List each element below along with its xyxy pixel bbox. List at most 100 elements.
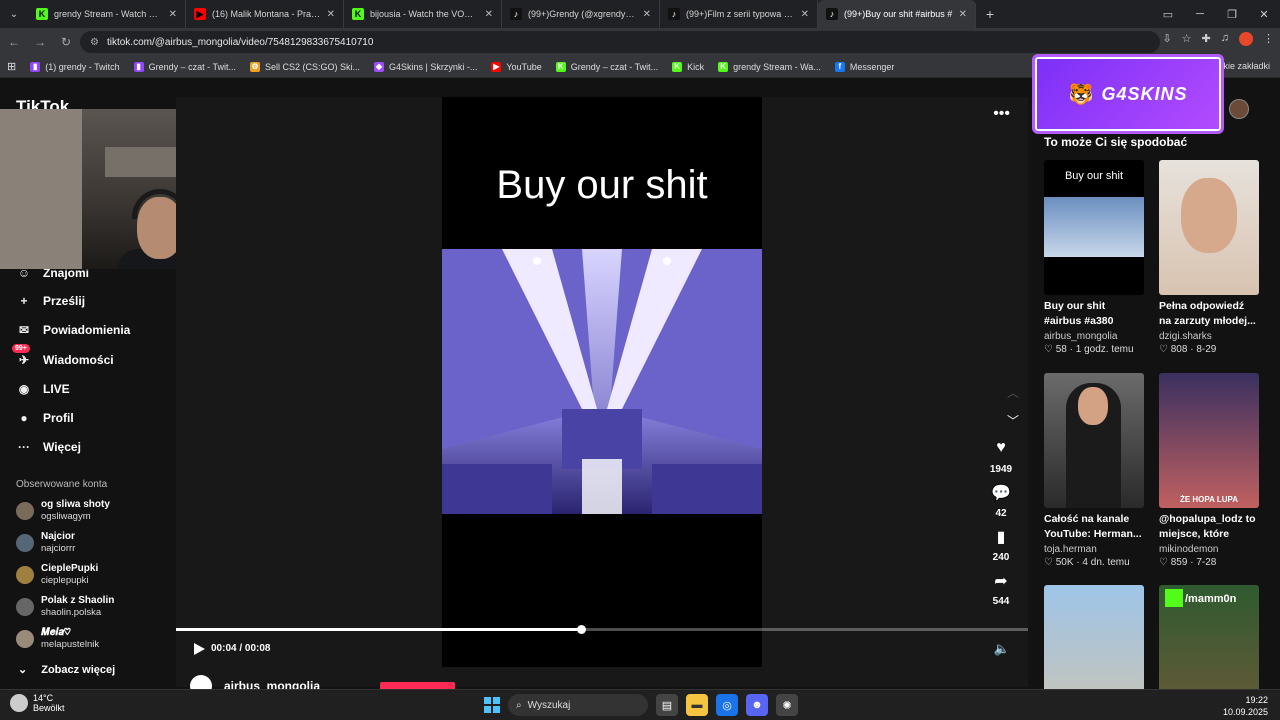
other-bookmarks[interactable]: tkie zakładki [1221,61,1270,71]
followed-account[interactable]: og sliwa shoty ogsliwagym [16,499,110,522]
tab-close-icon[interactable]: ✕ [643,9,651,20]
minimize-button[interactable]: ─ [1184,0,1216,28]
extensions-icon[interactable]: ✚ [1202,32,1211,46]
like-button[interactable]: ♥ 1949 [976,439,1026,477]
tab-close-icon[interactable]: ✕ [485,9,493,20]
reload-button[interactable]: ↻ [54,30,78,54]
seek-bar[interactable] [176,625,1028,634]
browser-tab[interactable]: ♪ (99+)Film z serii typowa akcja n ✕ [660,0,818,28]
next-video-icon[interactable]: ﹀ [988,412,1038,429]
discord-icon[interactable]: ☻ [746,694,768,716]
task-view-icon[interactable]: ▤ [656,694,678,716]
seek-handle[interactable] [576,625,586,634]
previous-video-icon[interactable]: ︿ [988,384,1038,401]
menu-icon[interactable]: ⋮ [1263,32,1274,46]
bookmark-item[interactable]: f Messenger [828,61,902,72]
author-row[interactable]: airbus_mongolia [190,675,320,689]
url-field[interactable]: ⚙ tiktok.com/@airbus_mongolia/video/7548… [80,31,1160,53]
browser-tab[interactable]: ▶ (16) Malik Montana - Prada (pr ✕ [186,0,344,28]
card-author[interactable]: mikinodemon [1159,544,1259,555]
bookmark-item[interactable]: ⚙ Sell CS2 (CS:GO) Ski... [243,61,367,72]
browser-tab[interactable]: ♪ (99+)Grendy (@xgrendy) | TikTo ✕ [502,0,660,28]
card-author[interactable]: airbus_mongolia [1044,331,1144,342]
volume-icon[interactable]: 🔈 [994,641,1010,657]
card-title[interactable]: Całość na kanale YouTube: Herman... [1044,512,1144,542]
maximize-button[interactable]: ❐ [1216,0,1248,28]
file-explorer-icon[interactable]: ▬ [686,694,708,716]
tab-search-icon[interactable]: ⌄ [0,0,28,28]
card-author[interactable]: toja.herman [1044,544,1144,555]
site-info-icon[interactable]: ⚙ [90,37,99,48]
sidebar-item-przelij[interactable]: + Prześlij [14,291,85,311]
followed-account[interactable]: Najcior najciorrr [16,531,75,554]
video-frame[interactable]: Buy our shit [442,97,762,667]
cast-icon[interactable]: ▭ [1152,0,1184,28]
recommended-video-card[interactable] [1044,585,1144,689]
followed-account[interactable]: CieplePupki cieplepupki [16,563,98,586]
recommended-video-card[interactable]: Całość na kanale YouTube: Herman... toja.… [1044,373,1144,568]
recommended-video-card[interactable]: Buy our shit Buy our shit #airbus #a380 #… [1044,160,1144,355]
media-icon[interactable]: ♫ [1221,32,1229,46]
bookmark-item[interactable]: K Grendy – czat - Twit... [549,61,665,72]
browser-tab[interactable]: ♪ (99+)Buy our shit #airbus # ✕ [818,0,976,28]
sidebar-item-live[interactable]: ◉ LIVE [14,379,70,399]
card-title[interactable]: Buy our shit #airbus #a380 #a320... [1044,299,1144,329]
taskbar-search[interactable]: ⌕ Wyszukaj [508,694,648,716]
recommended-video-card[interactable]: ŻE HOPA LUPA @hopalupa_lodz to miejsce, k… [1159,373,1259,568]
chrome-icon[interactable]: ◎ [716,694,738,716]
sidebar-item-profil[interactable]: ● Profil [14,408,73,428]
save-button[interactable]: ▮ 240 [976,527,1026,565]
video-thumbnail[interactable]: /mamm0n [1159,585,1259,689]
new-tab-button[interactable]: + [976,6,1004,22]
user-avatar[interactable] [1229,99,1249,119]
star-icon[interactable]: ☆ [1182,32,1192,46]
follow-button[interactable] [380,682,455,689]
windows-start-icon[interactable] [484,697,500,713]
video-thumbnail[interactable]: Buy our shit [1044,160,1144,295]
video-thumbnail[interactable]: ŻE HOPA LUPA [1159,373,1259,508]
bookmark-item[interactable]: K Kick [665,61,711,72]
app-icon[interactable]: ✺ [776,694,798,716]
recommended-video-card[interactable]: Pełna odpowiedź na zarzuty młodej... dzig… [1159,160,1259,355]
tab-close-icon[interactable]: ✕ [169,9,177,20]
browser-tab[interactable]: Kgrendy Stream - Watch Live on ✕ [28,0,186,28]
profile-avatar[interactable] [1239,32,1253,46]
author-avatar[interactable] [190,675,212,689]
video-thumbnail[interactable] [1159,160,1259,295]
bookmark-item[interactable]: ▶ YouTube [484,61,548,72]
weather-widget[interactable]: 14°C Bewölkt [10,693,65,713]
followed-account[interactable]: 𝑴𝒆𝒍𝒂♡ melapustelnik [16,627,99,650]
see-more-button[interactable]: ⌄ Zobacz więcej [16,663,115,677]
browser-tab[interactable]: Kbijousia - Watch the VOD on Ki ✕ [344,0,502,28]
play-icon[interactable] [192,642,206,656]
system-clock[interactable]: 19:22 10.09.2025 [1223,694,1268,718]
forward-button[interactable]: → [28,30,52,54]
tab-close-icon[interactable]: ✕ [801,9,809,20]
apps-icon[interactable]: ⊞ [0,60,23,73]
card-author[interactable]: dzigi.sharks [1159,331,1259,342]
share-button[interactable]: ➦ 544 [976,571,1026,609]
video-thumbnail[interactable] [1044,585,1144,689]
more-options-icon[interactable]: ••• [993,105,1010,123]
bookmark-item[interactable]: Kgrendy Stream - Wa... [711,61,828,72]
card-title[interactable]: @hopalupa_lodz to miejsce, które dało... [1159,512,1259,542]
tab-close-icon[interactable]: ✕ [327,9,335,20]
recommended-video-card[interactable]: /mamm0n [1159,585,1259,689]
sidebar-item-powiadomienia[interactable]: ✉ Powiadomienia [14,320,130,340]
sidebar-item-wicej[interactable]: ··· Więcej [14,437,81,457]
bookmark-item[interactable]: ▮ (1) grendy - Twitch [23,61,126,72]
bookmark-item[interactable]: ▮ Grendy – czat - Twit... [127,61,243,72]
bookmark-item[interactable]: ◆ G4Skins | Skrzynki -... [367,61,484,72]
install-icon[interactable]: ⇩ [1162,32,1171,46]
author-name[interactable]: airbus_mongolia [224,679,320,689]
video-thumbnail[interactable] [1044,373,1144,508]
video-player[interactable]: Buy our shit ••• 00:04 / 00:08 🔈 [176,97,1028,687]
card-title[interactable]: Pełna odpowiedź na zarzuty młodej... [1159,299,1259,329]
close-window-button[interactable]: ✕ [1248,0,1280,28]
sidebar-item-wiadomoci[interactable]: ✈ Wiadomości 99+ [12,344,114,370]
comment-button[interactable]: 💬 42 [976,483,1026,521]
followed-accounts-title: Obserwowane konta [16,479,108,490]
back-button[interactable]: ← [2,30,26,54]
followed-account[interactable]: Polak z Shaolin shaolin.polska [16,595,114,618]
tab-close-icon[interactable]: ✕ [959,9,967,20]
